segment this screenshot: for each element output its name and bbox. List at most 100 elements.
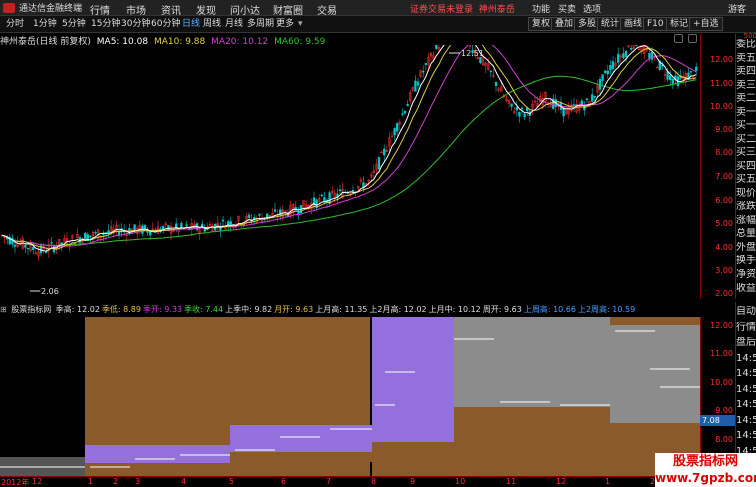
candle-body bbox=[227, 221, 230, 225]
indicator-block bbox=[610, 325, 700, 423]
period-weekly[interactable]: 周线 bbox=[203, 18, 221, 31]
side-lower-item: 自动 bbox=[736, 306, 756, 317]
chart-close-icon[interactable] bbox=[688, 34, 697, 43]
period-tick[interactable]: 分时 bbox=[6, 18, 24, 31]
menu-functions[interactable]: 功能 bbox=[532, 2, 550, 15]
candle-body bbox=[510, 103, 513, 107]
ma20-line bbox=[1, 45, 697, 247]
candle-body bbox=[102, 233, 105, 236]
f10-button[interactable]: F10 bbox=[643, 17, 668, 31]
candle-body bbox=[406, 104, 409, 107]
menu-wealth[interactable]: 财富圈 bbox=[273, 2, 303, 17]
indicator-field: 季收: 7.44 bbox=[184, 305, 224, 314]
candle-body bbox=[89, 235, 92, 237]
indicator-block bbox=[454, 317, 610, 407]
price-tick: 11.00 bbox=[710, 79, 733, 88]
more-chevron-icon[interactable]: ▾ bbox=[298, 18, 303, 31]
side-item: 买一 bbox=[736, 120, 756, 131]
date-tick: 10 bbox=[455, 477, 466, 486]
side-lower-item: 14:50 bbox=[736, 383, 756, 395]
candle-body bbox=[162, 226, 165, 230]
side-lower-item: 14:50 bbox=[736, 368, 756, 379]
candle-body bbox=[133, 224, 136, 231]
chart-minimize-icon[interactable] bbox=[674, 34, 683, 43]
date-tick: 1 bbox=[605, 477, 611, 486]
menu-quotes[interactable]: 行情 bbox=[90, 2, 110, 17]
date-tick: 6 bbox=[281, 477, 287, 486]
indicator-tick: 9.00 bbox=[715, 406, 733, 415]
candle-body bbox=[107, 230, 110, 233]
side-item: 买四 bbox=[736, 161, 756, 172]
candle-body bbox=[396, 123, 399, 132]
candle-body bbox=[489, 70, 492, 72]
period-15min[interactable]: 15分钟 bbox=[91, 18, 120, 31]
add-watchlist-button[interactable]: +自选 bbox=[689, 17, 723, 31]
indicator-settings-icon[interactable]: ⊞ bbox=[0, 305, 7, 314]
candle-body bbox=[393, 128, 396, 136]
candle-body bbox=[60, 242, 63, 245]
watermark-line2: www.7gpzb.com bbox=[655, 471, 756, 485]
side-item: 买二 bbox=[736, 134, 756, 145]
candle-body bbox=[175, 223, 178, 228]
date-tick: 1 bbox=[88, 477, 94, 486]
date-axis: 2012年 12 1 2 3 4 5 6 7 8 9 10 11 12 1 2 bbox=[0, 476, 700, 487]
side-item: 委比 bbox=[736, 39, 756, 50]
high-annotation: 12.51 bbox=[461, 49, 484, 58]
side-item: 卖二 bbox=[736, 93, 756, 104]
menu-news[interactable]: 资讯 bbox=[161, 2, 181, 17]
candle-body bbox=[32, 247, 35, 250]
menu-discover[interactable]: 发现 bbox=[196, 2, 216, 17]
guest-label[interactable]: 游客 bbox=[728, 2, 746, 15]
menu-trade[interactable]: 交易 bbox=[317, 2, 337, 17]
period-60min[interactable]: 60分钟 bbox=[151, 18, 180, 31]
candle-body bbox=[609, 65, 612, 71]
candle-body bbox=[401, 113, 404, 115]
side-item: 涨幅 bbox=[736, 215, 756, 226]
side-lower-item: 14:50 bbox=[736, 430, 756, 441]
indicator-field: 上季中: 9.82 bbox=[225, 305, 273, 314]
candle-body bbox=[494, 81, 498, 86]
price-tick: 9.00 bbox=[715, 125, 733, 134]
menu-options[interactable]: 选项 bbox=[583, 2, 601, 15]
price-tick: 4.00 bbox=[715, 243, 733, 252]
period-more[interactable]: 更多 bbox=[276, 18, 294, 31]
date-tick: 9 bbox=[410, 477, 416, 486]
candle-body bbox=[167, 225, 170, 231]
period-1min[interactable]: 1分钟 bbox=[33, 18, 57, 31]
price-tick: 5.00 bbox=[715, 219, 733, 228]
candle-body bbox=[258, 214, 261, 216]
period-daily[interactable]: 日线 bbox=[182, 18, 200, 31]
side-lower-item: 行情 bbox=[736, 321, 756, 333]
candle-body bbox=[221, 219, 225, 222]
indicator-chart[interactable] bbox=[0, 317, 700, 476]
candle-body bbox=[143, 224, 147, 230]
date-tick: 2 bbox=[113, 477, 119, 486]
candle-body bbox=[606, 70, 609, 75]
candle-body bbox=[689, 71, 693, 73]
ma10-line bbox=[1, 45, 697, 250]
menu-ask[interactable]: 问小达 bbox=[230, 2, 260, 17]
period-monthly[interactable]: 月线 bbox=[225, 18, 243, 31]
indicator-tick: 8.00 bbox=[715, 435, 733, 444]
side-item: 买五 bbox=[736, 174, 756, 185]
indicator-field: 上2月高: 12.02 bbox=[369, 305, 427, 314]
price-tick: 12.00 bbox=[710, 55, 733, 64]
candle-body bbox=[11, 237, 14, 245]
candle-body bbox=[24, 244, 27, 248]
side-lower-item: 盘后 bbox=[736, 337, 756, 348]
period-30min[interactable]: 30分钟 bbox=[121, 18, 150, 31]
indicator-field: 季高: 12.02 bbox=[55, 305, 100, 314]
low-annotation: 2.06 bbox=[41, 287, 59, 296]
candle-body bbox=[593, 95, 596, 98]
indicator-name[interactable]: 股票指标网 bbox=[11, 305, 51, 314]
menu-market[interactable]: 市场 bbox=[126, 2, 146, 17]
menu-buysell[interactable]: 买卖 bbox=[558, 2, 576, 15]
candle-body bbox=[695, 66, 698, 72]
candle-body bbox=[617, 53, 620, 63]
candle-body bbox=[671, 78, 674, 84]
period-multi[interactable]: 多周期 bbox=[247, 18, 274, 31]
candlestick-chart[interactable]: 12.51 2.06 ≡ bbox=[0, 45, 700, 297]
period-5min[interactable]: 5分钟 bbox=[62, 18, 86, 31]
candle-body bbox=[273, 209, 277, 212]
indicator-block bbox=[372, 442, 454, 476]
